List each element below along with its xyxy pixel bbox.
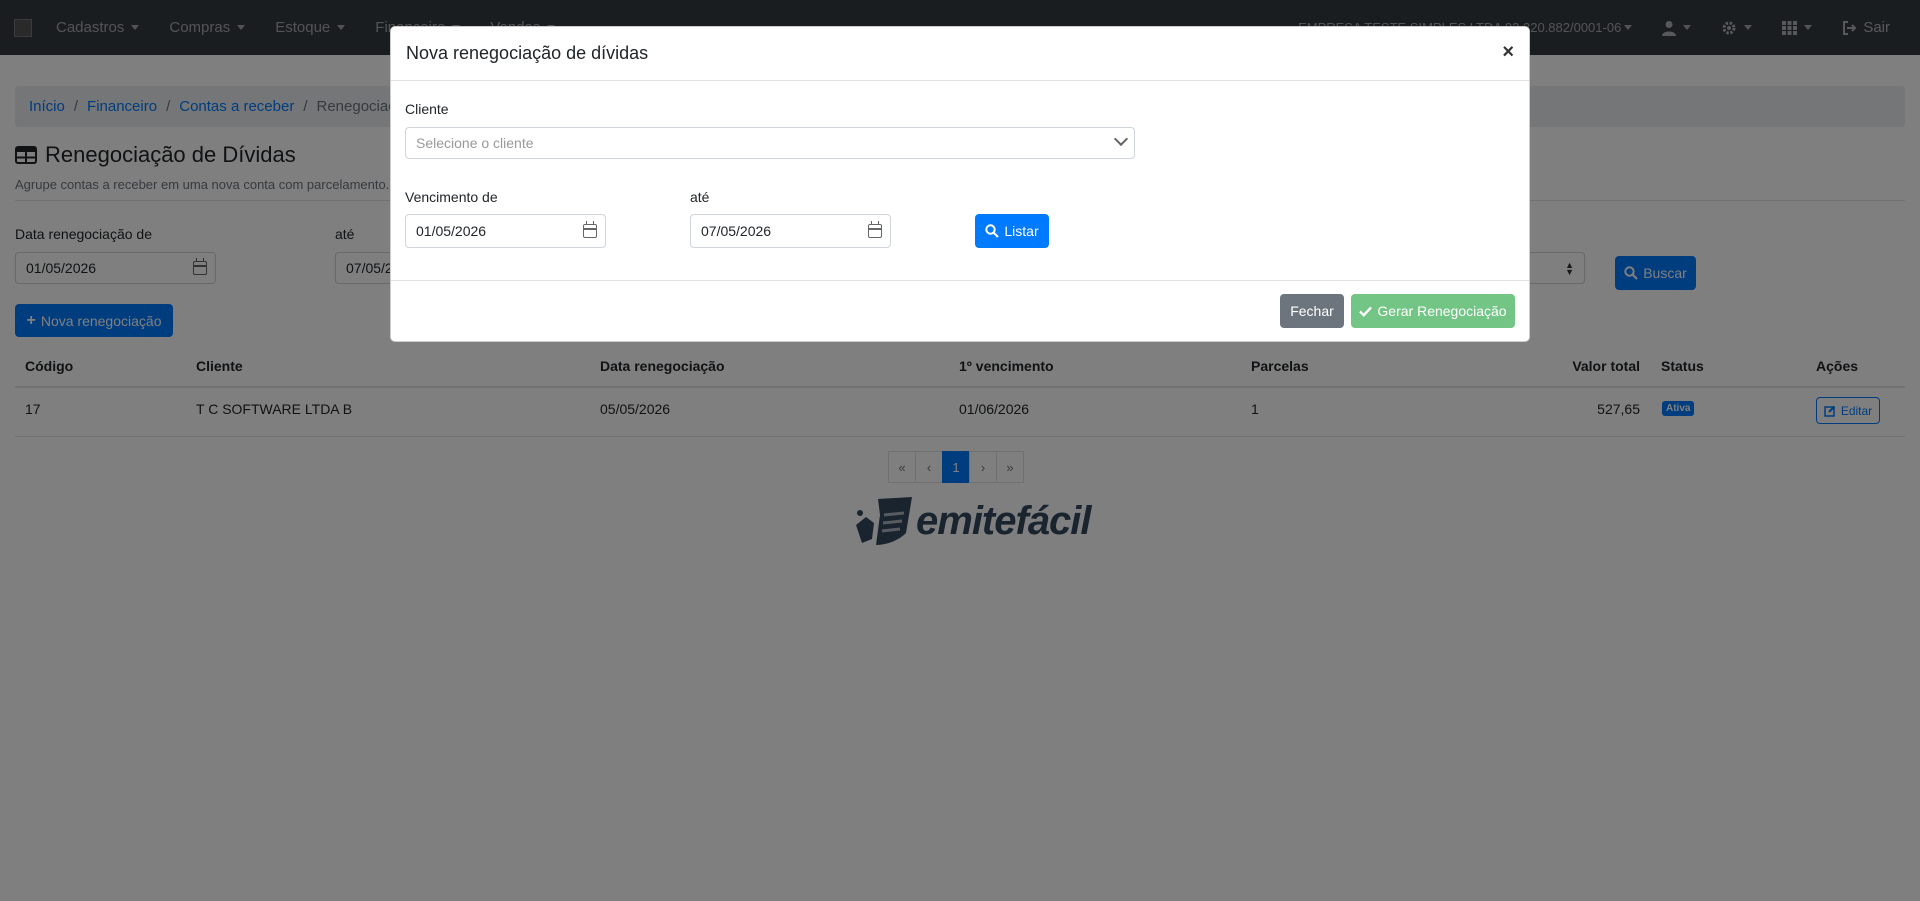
search-icon — [985, 224, 1000, 238]
due-from-input[interactable]: 01/05/2026 — [405, 214, 606, 248]
generate-renegotiation-label: Gerar Renegociação — [1377, 303, 1507, 319]
modal-footer-divider — [391, 280, 1529, 281]
close-button[interactable]: Fechar — [1280, 294, 1344, 328]
close-icon[interactable]: × — [1502, 41, 1514, 64]
close-button-label: Fechar — [1290, 303, 1334, 319]
due-to-input[interactable]: 07/05/2026 — [690, 214, 891, 248]
modal-title: Nova renegociação de dívidas — [406, 43, 649, 63]
client-label: Cliente — [405, 101, 449, 117]
generate-renegotiation-button[interactable]: Gerar Renegociação — [1351, 294, 1515, 328]
chevron-down-icon — [1113, 131, 1129, 147]
list-button[interactable]: Listar — [975, 214, 1049, 248]
due-to-value: 07/05/2026 — [701, 223, 772, 239]
calendar-icon[interactable] — [583, 221, 597, 238]
due-to-label: até — [690, 189, 710, 205]
due-from-value: 01/05/2026 — [416, 223, 487, 239]
list-button-label: Listar — [1004, 223, 1039, 239]
new-renegotiation-modal: Nova renegociação de dívidas × Cliente S… — [390, 26, 1530, 342]
due-from-label: Vencimento de — [405, 189, 498, 205]
check-icon — [1359, 306, 1373, 317]
client-placeholder: Selecione o cliente — [416, 135, 534, 151]
client-select[interactable]: Selecione o cliente — [405, 127, 1135, 159]
modal-header-divider — [391, 80, 1529, 81]
calendar-icon[interactable] — [868, 221, 882, 238]
